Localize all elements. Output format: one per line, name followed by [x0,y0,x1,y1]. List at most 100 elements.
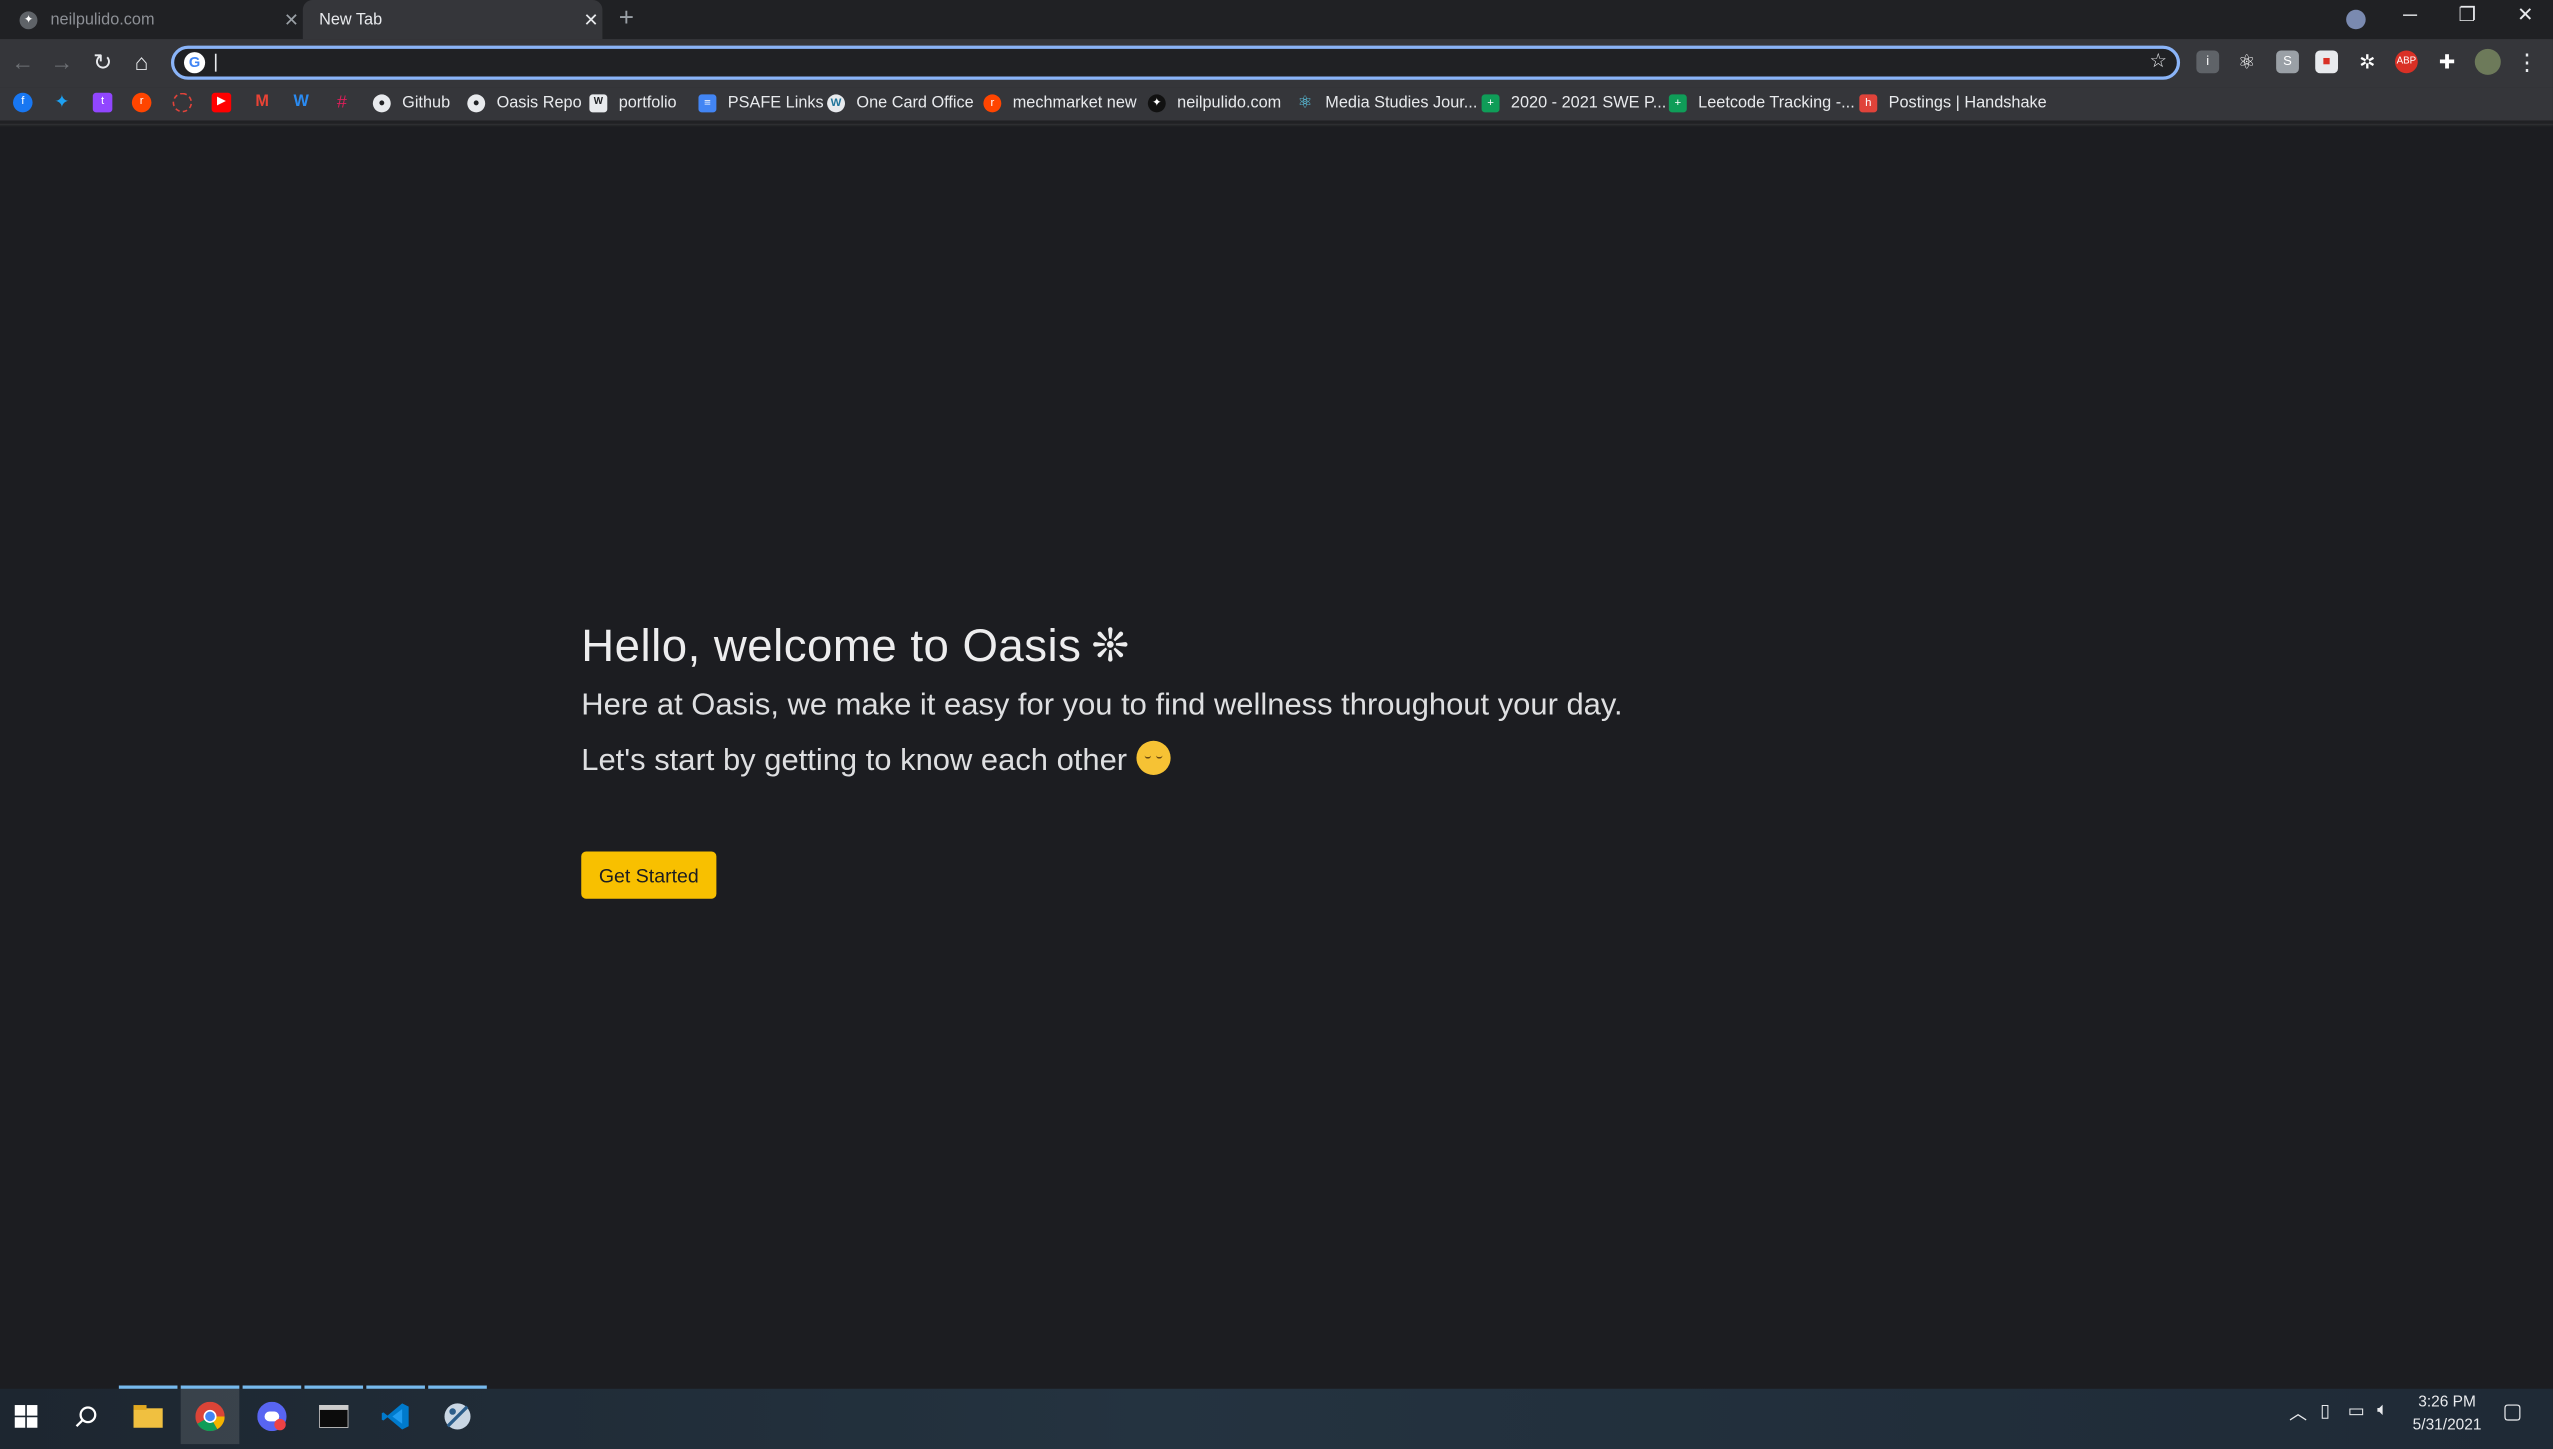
new-tab-plus-icon[interactable]: + [619,5,634,34]
bookmark-label: Github [402,94,451,113]
close-tab-icon[interactable]: ✕ [580,9,603,31]
reddit-icon: r [983,94,1002,113]
clock-time: 3:26 PM [2418,1393,2476,1412]
extensions-puzzle-icon[interactable]: ✚ [2436,50,2459,73]
adblock-plus-icon[interactable]: ABP [2394,50,2418,74]
running-indicator [180,1385,240,1389]
address-bar[interactable]: G ☆ [170,45,2181,80]
tab-search-icon[interactable] [2346,9,2366,30]
running-indicator [118,1385,178,1389]
close-tab-icon[interactable]: ✕ [280,9,303,31]
bookmark-neilpulido[interactable]: ✦ neilpulido.com [1147,93,1282,114]
search-icon[interactable] [68,1399,104,1435]
network-icon[interactable]: ▭ [2348,1400,2365,1422]
bookmark-leetcode-tracking[interactable]: + Leetcode Tracking -... [1668,93,1855,114]
bookmark-label: Leetcode Tracking -... [1698,94,1855,113]
slack-icon[interactable]: # [332,93,352,113]
windows-start-icon[interactable] [8,1399,44,1435]
home-icon[interactable]: ⌂ [127,47,156,76]
tab-neilpulido[interactable]: ✦ neilpulido.com ✕ [0,0,303,39]
circle-app-icon[interactable] [172,92,193,113]
github-icon: ● [372,94,391,113]
notification-center-icon[interactable]: ▢ [2502,1399,2522,1425]
close-window-icon[interactable]: ✕ [2517,3,2533,26]
bookmark-oasis-repo[interactable]: ● Oasis Repo [467,93,582,114]
show-hidden-icons-chevron-icon[interactable]: ︿ [2289,1400,2307,1426]
gmail-icon[interactable]: M [252,93,272,113]
welcome-heading: Hello, welcome to Oasis ❊ [581,619,1130,673]
bookmark-label: Postings | Handshake [1888,94,2047,113]
extension-grey-icon[interactable]: S [2276,50,2299,74]
wordpress-icon: W [827,94,846,113]
bookmark-swe-sheet[interactable]: + 2020 - 2021 SWE P... [1481,93,1667,114]
chrome-icon[interactable] [192,1399,228,1435]
github-icon: ● [467,94,486,113]
bookmark-portfolio[interactable]: W portfolio [589,93,677,114]
menu-kebab-icon[interactable]: ⋮ [2512,47,2541,76]
forward-icon[interactable]: → [47,47,76,76]
bookmark-label: PSAFE Links [727,94,824,113]
wix-icon: W [589,94,608,113]
sheets-icon: + [1668,94,1687,113]
bookmark-psafe-links[interactable]: ≡ PSAFE Links [698,93,824,114]
extension-wheel-icon[interactable]: ✲ [2356,50,2379,73]
handshake-icon: h [1859,94,1878,113]
bookmark-github[interactable]: ● Github [372,93,451,114]
extension-red-icon[interactable]: ■ [2315,50,2339,74]
terminal-icon[interactable] [316,1399,352,1435]
sparkle-icon: ❊ [1091,620,1130,671]
device-icon[interactable]: ▯ [2320,1400,2330,1422]
reload-icon[interactable]: ↻ [88,47,117,76]
site-favicon-icon: ✦ [19,10,38,29]
bookmark-label: portfolio [618,94,677,113]
twitter-icon[interactable]: ✦ [52,93,72,113]
text-caret [214,53,217,72]
taskbar-clock[interactable]: 3:26 PM 5/31/2021 [2406,1392,2487,1438]
tab-title: New Tab [319,10,383,29]
back-icon[interactable]: ← [8,47,37,76]
sheets-icon: + [1481,94,1500,113]
tab-new-tab[interactable]: New Tab ✕ [302,0,603,40]
bookmark-label: 2020 - 2021 SWE P... [1510,94,1667,113]
bookmark-media-studies[interactable]: ⚛ Media Studies Jour... [1296,93,1478,114]
twitch-icon[interactable]: t [92,92,113,113]
file-explorer-icon[interactable] [130,1399,166,1435]
running-indicator [304,1385,364,1389]
relieved-face-emoji-icon [1136,740,1172,775]
bookmark-handshake[interactable]: h Postings | Handshake [1859,93,2047,114]
running-indicator [242,1385,302,1389]
bookmark-star-icon[interactable]: ☆ [2150,49,2168,72]
bookmark-one-card-office[interactable]: W One Card Office [827,93,974,114]
heading-text: Hello, welcome to Oasis [581,620,1082,671]
reddit-icon[interactable]: r [131,92,152,113]
intro-line-2-text: Let's start by getting to know each othe… [581,744,1128,779]
divider [0,123,2553,126]
address-input[interactable] [213,50,2135,75]
youtube-icon[interactable]: ▶ [211,92,232,113]
bookmark-label: neilpulido.com [1177,94,1282,113]
snipping-tool-icon[interactable] [440,1399,476,1435]
page-content [0,126,2553,1389]
discord-icon[interactable] [254,1399,290,1435]
minimize-icon[interactable]: ─ [2403,3,2417,26]
vscode-icon[interactable] [378,1399,414,1435]
webassign-icon[interactable]: W [291,93,311,113]
get-started-button[interactable]: Get Started [581,851,717,899]
restore-icon[interactable]: ❐ [2458,3,2476,26]
bookmark-mechmarket-new[interactable]: r mechmarket new [983,93,1137,114]
docs-icon: ≡ [698,94,717,113]
bookmark-label: Media Studies Jour... [1325,94,1478,113]
site-favicon-icon: ✦ [1147,94,1166,113]
running-indicator [428,1385,487,1389]
react-icon: ⚛ [1297,94,1313,113]
react-devtools-icon[interactable]: ⚛ [2235,50,2258,73]
extension-info-icon[interactable]: i [2196,50,2220,74]
profile-avatar[interactable] [2474,48,2501,75]
facebook-icon[interactable]: f [13,92,33,113]
google-icon: G [183,52,206,74]
bookmark-label: Oasis Repo [496,94,582,113]
bookmark-label: One Card Office [856,94,974,113]
bookmark-label: mechmarket new [1012,94,1137,113]
volume-icon[interactable]: 🔈︎ [2377,1400,2388,1421]
intro-line-1: Here at Oasis, we make it easy for you t… [581,688,1623,723]
